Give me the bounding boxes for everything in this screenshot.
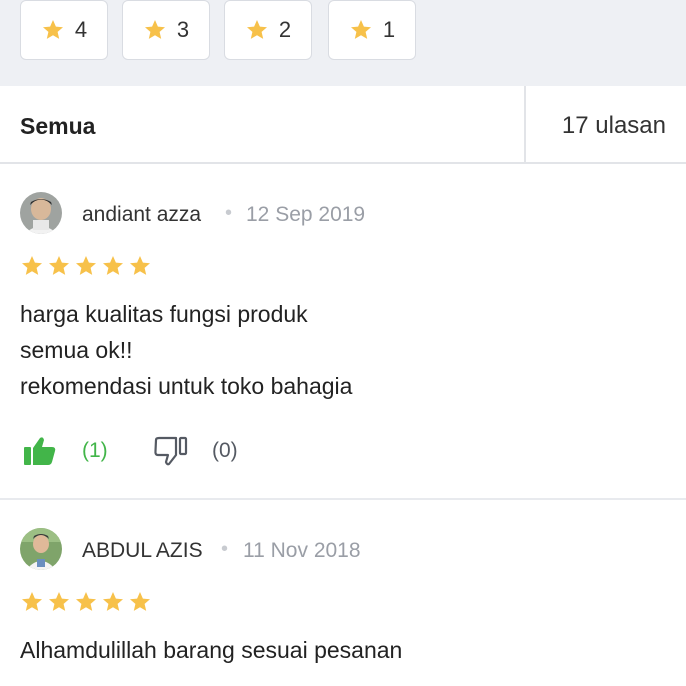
- thumbs-up-icon: [24, 437, 56, 465]
- rating-stars: [20, 254, 152, 278]
- review-date: 11 Nov 2018: [243, 539, 361, 562]
- rating-stars: [20, 590, 152, 614]
- review-text-line: Alhamdulillah barang sesuai pesanan: [20, 637, 403, 663]
- review-item: andiant azza • 12 Sep 2019 harga kualita…: [0, 164, 686, 500]
- star-icon: [22, 592, 42, 611]
- review-text-line: rekomendasi untuk toko bahagia: [20, 373, 353, 399]
- filter-chip-1-star[interactable]: 1: [328, 0, 416, 60]
- filter-chip-label: 2: [278, 17, 292, 42]
- divider: [524, 86, 526, 164]
- filter-chip-2-stars[interactable]: 2: [224, 0, 312, 60]
- thumbs-down-icon: [154, 436, 188, 466]
- filter-chip-4-stars[interactable]: 4: [20, 0, 108, 60]
- star-icon: [76, 256, 96, 275]
- avatar: [20, 192, 62, 234]
- not-helpful-button[interactable]: (0): [154, 436, 238, 466]
- star-icon: [130, 256, 150, 275]
- reviewer-name: ABDUL AZIS: [82, 539, 203, 562]
- helpful-button[interactable]: (1): [24, 436, 108, 466]
- separator-dot: •: [225, 202, 233, 224]
- star-icon: [246, 20, 267, 39]
- review-text: Alhamdulillah barang sesuai pesanan: [20, 632, 402, 668]
- star-icon: [350, 20, 371, 39]
- review-summary-row: Semua 17 ulasan: [0, 86, 686, 164]
- star-icon: [49, 592, 69, 611]
- star-icon: [144, 20, 165, 39]
- filter-chip-label: 1: [382, 17, 396, 42]
- star-icon: [49, 256, 69, 275]
- not-helpful-count: (0): [212, 439, 238, 462]
- separator-dot: •: [221, 538, 229, 560]
- reviewer-name: andiant azza: [82, 203, 202, 226]
- review-text: harga kualitas fungsi produk semua ok!! …: [20, 296, 352, 404]
- review-date: 12 Sep 2019: [246, 203, 366, 226]
- star-icon: [103, 256, 123, 275]
- all-reviews-tab[interactable]: Semua: [20, 113, 95, 140]
- avatar: [20, 528, 62, 570]
- filter-chip-label: 3: [176, 17, 190, 42]
- helpful-count: (1): [82, 439, 108, 462]
- review-item: ABDUL AZIS • 11 Nov 2018 Alhamdulillah b…: [0, 500, 686, 686]
- rating-filter-bar: 4 3 2 1: [0, 0, 686, 86]
- review-text-line: harga kualitas fungsi produk: [20, 301, 308, 327]
- filter-chip-label: 4: [74, 17, 88, 42]
- star-icon: [76, 592, 96, 611]
- star-icon: [42, 20, 63, 39]
- review-count: 17 ulasan: [561, 112, 666, 139]
- star-icon: [130, 592, 150, 611]
- review-text-line: semua ok!!: [20, 337, 133, 363]
- filter-chip-3-stars[interactable]: 3: [122, 0, 210, 60]
- star-icon: [103, 592, 123, 611]
- star-icon: [22, 256, 42, 275]
